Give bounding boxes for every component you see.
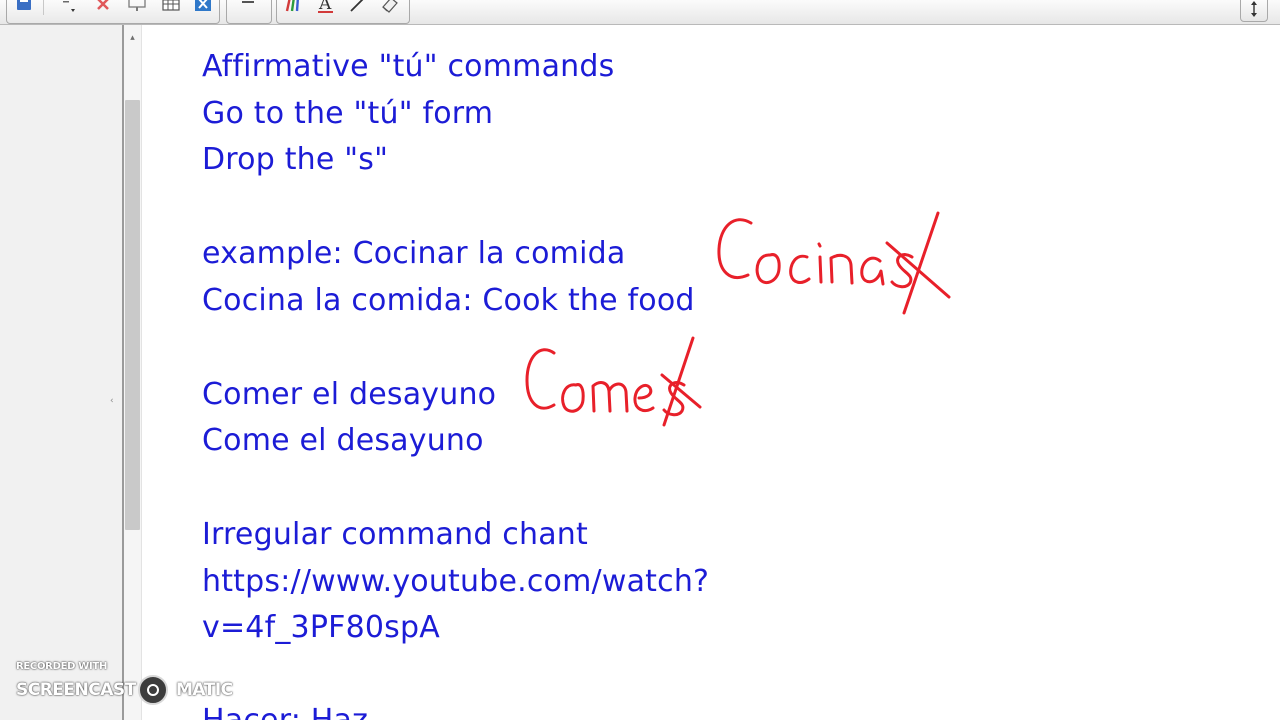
line-icon (350, 0, 364, 12)
handwriting-cocinas (717, 211, 951, 315)
save-button[interactable] (11, 0, 37, 17)
watermark-brand-left: SCREENCAST (16, 680, 136, 700)
collapse-panel-icon[interactable]: ‹ (110, 396, 114, 406)
scroll-arrows-button[interactable] (1240, 0, 1268, 22)
notebook-page[interactable]: Affirmative "tú" commands Go to the "tú"… (142, 25, 1280, 720)
screencast-logo-icon (138, 675, 168, 705)
close-doc-button[interactable] (191, 0, 217, 17)
toolbar-group-view (226, 0, 272, 24)
delete-icon (97, 0, 109, 10)
delete-button[interactable] (91, 0, 117, 17)
minimize-button[interactable] (235, 0, 261, 17)
eraser-icon (382, 0, 398, 13)
eraser-button[interactable] (377, 0, 403, 17)
toolbar: A (0, 0, 1280, 25)
scrollbar-thumb[interactable] (125, 100, 140, 530)
pens-icon (285, 0, 299, 12)
scroll-up-icon[interactable]: ▴ (124, 31, 141, 45)
scroll-arrows-icon (1251, 1, 1257, 17)
toolbar-group-tools: A (276, 0, 410, 24)
handwriting-comes (525, 336, 702, 427)
table-icon (162, 0, 180, 11)
text-icon: A (318, 0, 333, 14)
undo-icon (63, 1, 75, 12)
table-button[interactable] (159, 0, 185, 17)
close-doc-icon (195, 0, 211, 11)
ink-layer (525, 211, 951, 427)
side-panel (0, 25, 124, 720)
toolbar-separator (43, 0, 44, 15)
toolbar-group-file (6, 0, 220, 24)
watermark-brand-right: MATIC (176, 680, 233, 700)
screen-shade-icon (128, 0, 146, 11)
screen-shade-button[interactable] (125, 0, 151, 17)
line-button[interactable] (345, 0, 371, 17)
save-icon (17, 0, 31, 10)
minimize-icon (242, 1, 254, 3)
watermark-recorded-with: RECORDED WITH (16, 661, 108, 672)
undo-button[interactable] (51, 0, 77, 17)
vertical-scrollbar[interactable]: ▴ (124, 25, 142, 720)
text-button[interactable]: A (313, 0, 339, 17)
pens-button[interactable] (281, 0, 307, 17)
screencast-watermark: RECORDED WITH SCREENCAST MATIC (14, 660, 244, 710)
